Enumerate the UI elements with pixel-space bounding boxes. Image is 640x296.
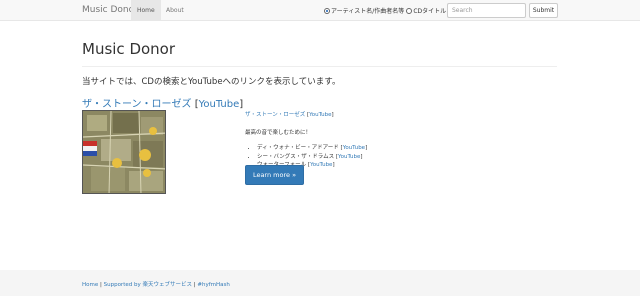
radio-artist[interactable] <box>324 7 330 14</box>
bracket-close: ] <box>360 153 363 160</box>
result-details: ザ・ストーン・ローゼズ [YouTube] 最高の音で楽しむために！ ディ・ウォ… <box>245 110 367 170</box>
footer-supported-link[interactable]: Supported by 楽天ウェブサービス <box>104 282 192 288</box>
page-title: Music Donor <box>82 40 176 58</box>
track-name: シー・バングス・ザ・ドラムス <box>257 153 335 160</box>
brand-link[interactable]: Music Donor <box>82 5 138 15</box>
search-input[interactable]: Search <box>447 3 526 18</box>
learn-more-button[interactable]: Learn more » <box>245 165 304 185</box>
navbar: Music Donor Home About アーティスト名/作曲者名等 CDタ… <box>0 0 640 21</box>
side-title: ザ・ストーン・ローゼズ [YouTube] <box>245 110 367 118</box>
bracket-close: ] <box>332 162 335 168</box>
description: 最高の音で楽しむために！ <box>245 130 312 136</box>
track-item: シー・バングス・ザ・ドラムス [YouTube] <box>257 153 367 162</box>
album-cover-image[interactable] <box>82 110 166 194</box>
artist-link[interactable]: ザ・ストーン・ローゼズ <box>82 99 192 110</box>
radio-artist-label[interactable]: アーティスト名/作曲者名等 <box>331 6 404 15</box>
youtube-link[interactable]: YouTube <box>199 99 240 110</box>
nav-about[interactable]: About <box>160 0 190 21</box>
footer-separator: | <box>100 282 102 288</box>
bracket-close: ] <box>239 99 244 110</box>
nav-home[interactable]: Home <box>131 0 161 21</box>
track-youtube-link[interactable]: YouTube <box>338 154 360 160</box>
track-item: ディ・ウォナ・ビー・アドアード [YouTube] <box>257 144 367 153</box>
track-youtube-link[interactable]: YouTube <box>310 162 332 168</box>
submit-button[interactable]: Submit <box>529 3 558 18</box>
album-cover-art <box>83 111 165 193</box>
radio-cd-title-label[interactable]: CDタイトル <box>413 6 446 15</box>
lead-text: 当サイトでは、CDの検索とYouTubeへのリンクを表示しています。 <box>82 77 341 87</box>
bracket-close: ] <box>365 145 368 151</box>
side-youtube-link[interactable]: YouTube <box>309 112 331 118</box>
bracket-close: ] <box>331 112 334 118</box>
search-mode-group: アーティスト名/作曲者名等 CDタイトル <box>324 6 448 15</box>
footer-separator: | <box>193 282 196 288</box>
footer-home-link[interactable]: Home <box>82 282 98 288</box>
footer-links: Home | Supported by 楽天ウェブサービス | #hyfmHas… <box>82 280 230 288</box>
divider <box>82 66 557 67</box>
footer-hash-link[interactable]: #hyfmHash <box>197 282 230 288</box>
radio-cd-title[interactable] <box>406 7 413 14</box>
track-name: ディ・ウォナ・ビー・アドアード <box>257 145 339 151</box>
side-artist-link[interactable]: ザ・ストーン・ローゼズ <box>245 112 305 118</box>
result-heading: ザ・ストーン・ローゼズ [YouTube] <box>82 95 243 110</box>
footer: Home | Supported by 楽天ウェブサービス | #hyfmHas… <box>0 270 640 296</box>
track-youtube-link[interactable]: YouTube <box>343 145 365 151</box>
